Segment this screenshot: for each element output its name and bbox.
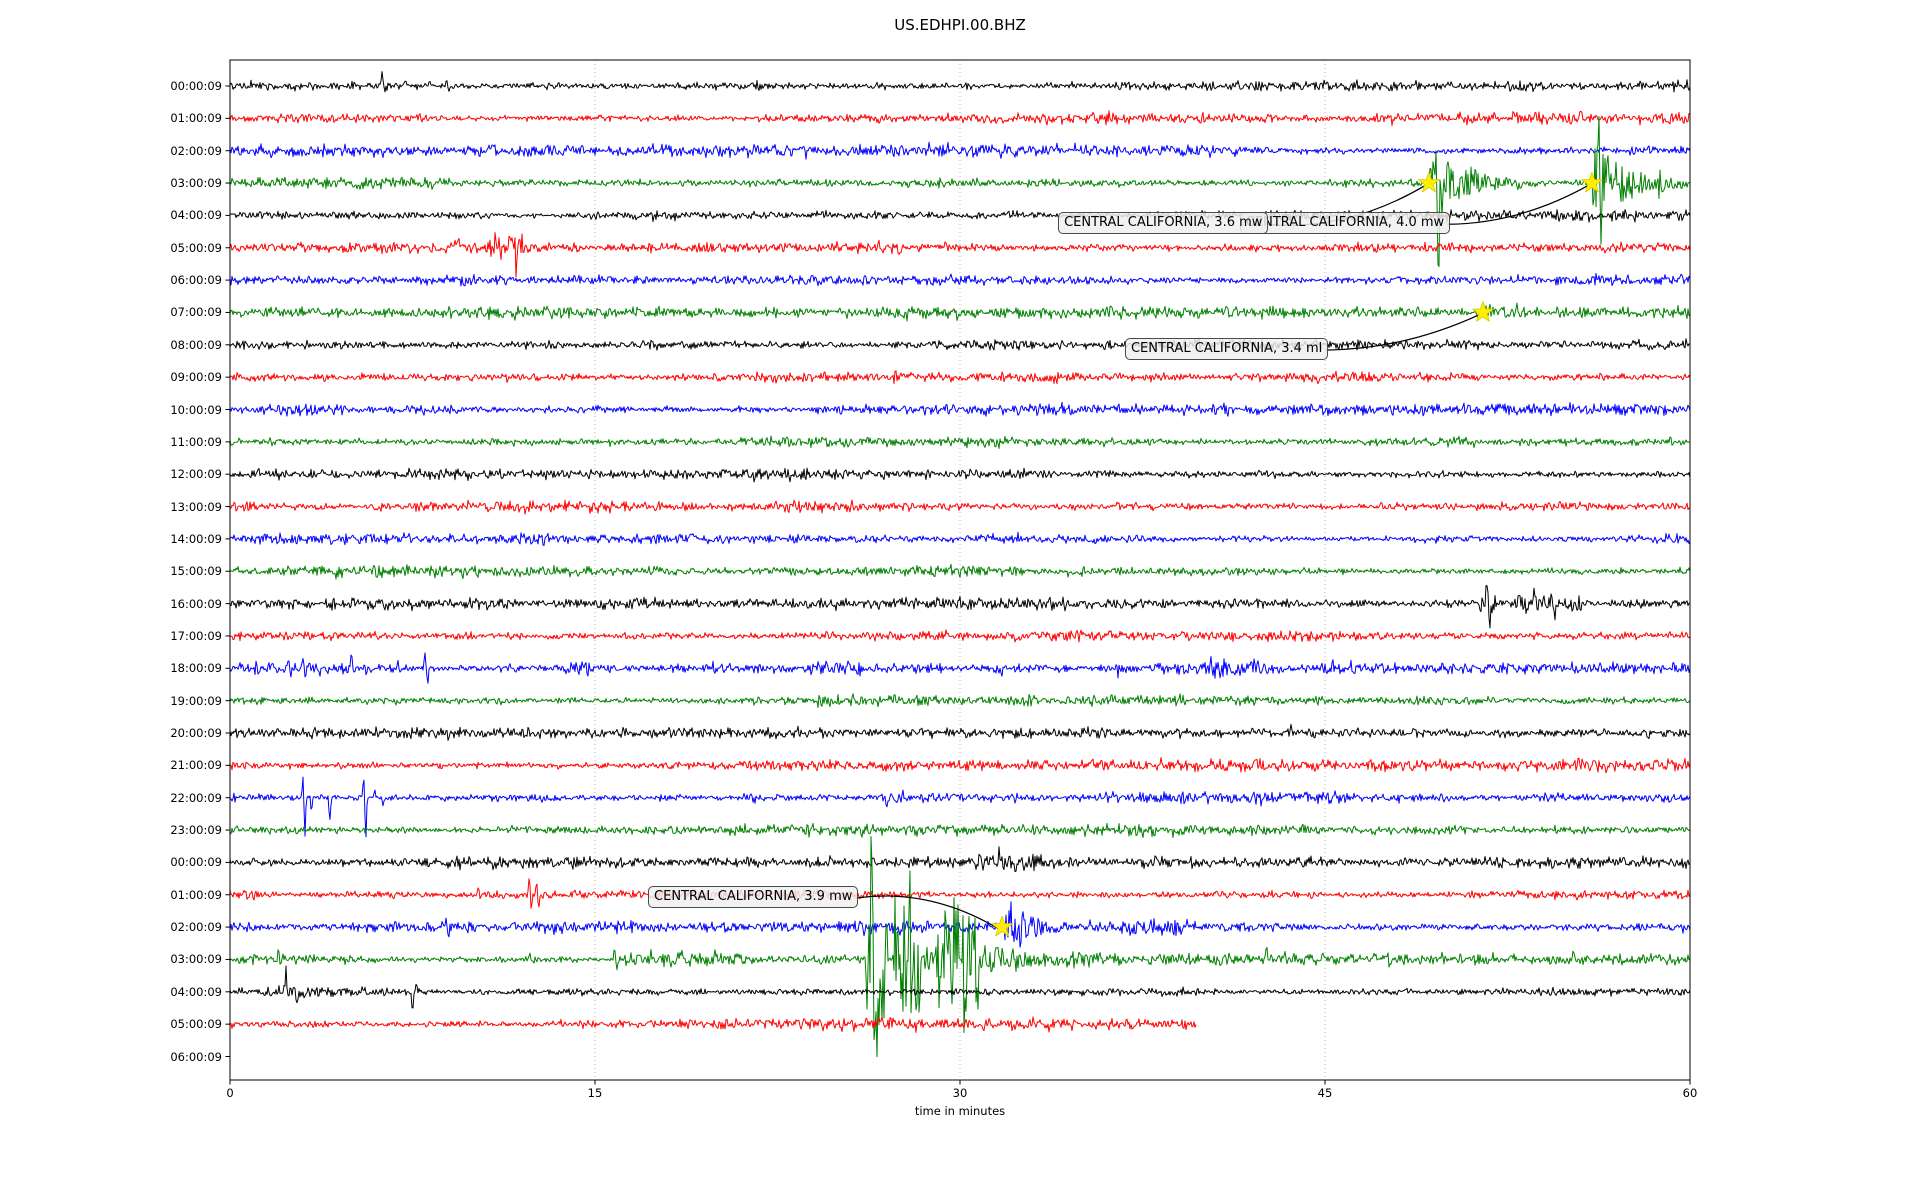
trace-row-20-20:00:09 [229,723,1691,741]
x-tick-label: 15 [587,1086,603,1100]
row-time-label: 10:00:09 [170,402,222,417]
seismogram-figure: US.EDHPI.00.BHZ time in minutes 0 15 30 45 6… [0,0,1920,1200]
event-annotation-a3: CENTRAL CALIFORNIA, 3.4 ml [1124,338,1329,360]
row-time-label: 01:00:09 [170,887,222,902]
trace-row-11-11:00:09 [229,435,1691,449]
trace-row-5-05:00:09 [229,232,1691,278]
row-time-label: 17:00:09 [170,628,222,643]
trace-row-19-19:00:09 [229,693,1691,708]
row-time-label: 21:00:09 [170,758,222,773]
x-tick-label: 60 [1682,1086,1698,1100]
trace-row-25-01:00:09 [229,878,1691,909]
row-time-label: 14:00:09 [170,531,222,546]
row-time-label: 00:00:09 [170,79,222,93]
event-annotation-a2: CENTRAL CALIFORNIA, 4.0 mw [1239,212,1451,235]
x-axis-label: time in minutes [914,1104,1006,1118]
trace-row-27-03:00:09 [229,836,1691,1058]
row-time-label: 18:00:09 [170,661,222,676]
row-time-label: 16:00:09 [170,596,222,611]
row-time-label: 12:00:09 [170,467,222,482]
row-time-label: 02:00:09 [170,920,222,935]
trace-row-13-13:00:09 [229,499,1691,515]
row-time-label: 05:00:09 [170,1017,222,1032]
row-time-label: 20:00:09 [170,726,222,740]
row-time-label: 11:00:09 [170,434,222,449]
row-time-label: 08:00:09 [170,337,222,352]
row-time-label: 02:00:09 [170,143,222,158]
row-time-label: 01:00:09 [170,111,222,126]
trace-row-23-23:00:09 [229,822,1691,838]
row-time-label: 07:00:09 [170,305,222,320]
trace-row-21-21:00:09 [229,757,1691,774]
trace-row-12-12:00:09 [229,467,1691,483]
row-time-label: 04:00:09 [170,208,222,223]
event-annotation-a1: CENTRAL CALIFORNIA, 3.6 mw [1058,212,1269,235]
row-time-label: 03:00:09 [170,176,222,191]
row-time-label: 23:00:09 [170,823,222,838]
row-time-label: 13:00:09 [170,499,222,514]
dayplot-canvas [225,59,1691,1085]
row-time-label: 03:00:09 [170,952,222,967]
row-time-label: 09:00:09 [170,370,222,385]
x-tick-label: 45 [1317,1086,1333,1100]
row-time-label: 22:00:09 [170,790,222,805]
x-tick-label: 0 [226,1086,234,1100]
trace-row-29-05:00:09 [229,1016,1197,1033]
row-time-label: 19:00:09 [170,693,222,708]
row-time-label: 05:00:09 [170,240,222,255]
trace-row-15-15:00:09 [229,563,1691,580]
x-tick-label: 30 [952,1086,968,1100]
row-time-label: 06:00:09 [170,273,222,288]
trace-row-16-16:00:09 [229,585,1691,629]
row-time-label: 06:00:09 [170,1049,222,1064]
row-time-label: 04:00:09 [170,984,222,999]
page-title: US.EDHPI.00.BHZ [894,16,1026,34]
trace-row-24-00:00:09 [229,846,1691,873]
trace-row-14-14:00:09 [229,531,1691,546]
row-time-label: 00:00:09 [170,855,222,870]
event-annotation-a4: CENTRAL CALIFORNIA, 3.9 mw [648,886,859,908]
row-time-label: 15:00:09 [170,564,222,579]
